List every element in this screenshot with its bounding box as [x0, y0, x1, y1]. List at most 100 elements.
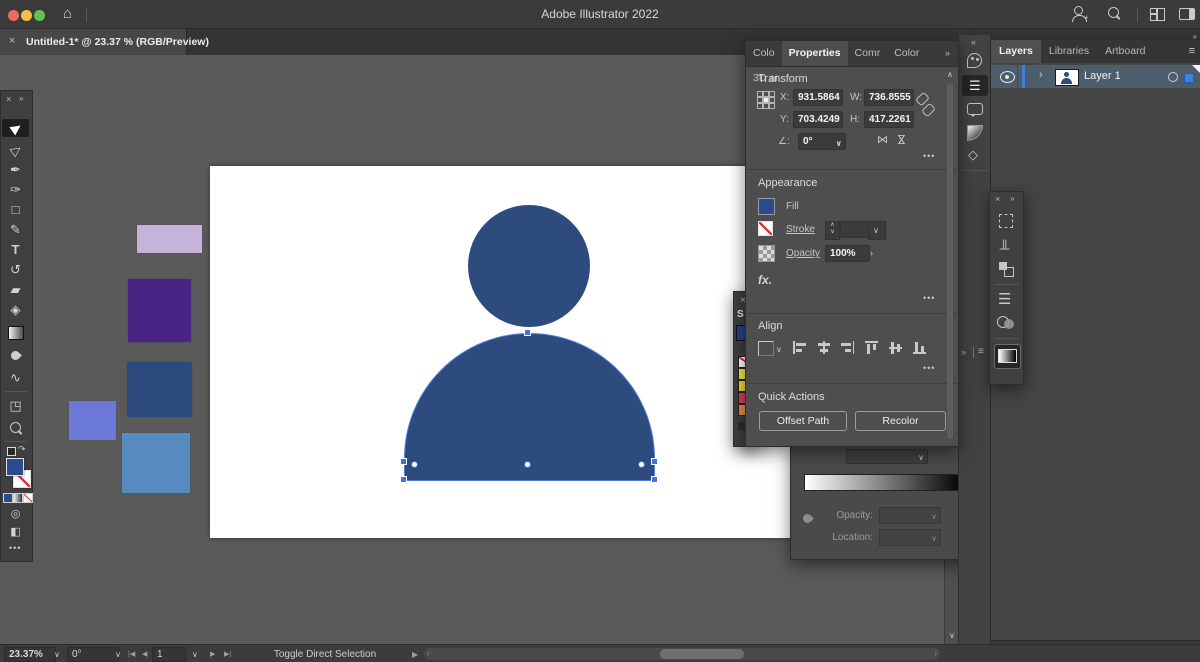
- opacity-input[interactable]: 100%: [825, 245, 870, 262]
- expand-dock-icon[interactable]: »: [1010, 194, 1014, 203]
- tab-properties[interactable]: Properties: [782, 41, 848, 66]
- panel-scroll-up-icon[interactable]: ∧: [947, 70, 953, 79]
- stroke-swatch[interactable]: [758, 221, 773, 236]
- curvature-tool[interactable]: ✑: [2, 181, 29, 199]
- paintbrush-tool[interactable]: ✎: [2, 221, 29, 239]
- panel-menu-icon[interactable]: ≡: [1189, 45, 1195, 57]
- gradient-eyedropper-icon[interactable]: [801, 512, 814, 525]
- fill-swatch[interactable]: [758, 198, 775, 215]
- tab-artboards[interactable]: Artboard: [1097, 40, 1153, 63]
- tab-color[interactable]: Colo: [746, 41, 782, 66]
- none-button[interactable]: [23, 493, 33, 503]
- fill-label[interactable]: Fill: [786, 201, 799, 212]
- expand-dock-icon[interactable]: »: [961, 347, 966, 357]
- canvas-swatch-steel-blue[interactable]: [122, 433, 190, 493]
- opacity-swatch[interactable]: [758, 245, 775, 262]
- expand-panel-icon[interactable]: »: [19, 94, 23, 103]
- rotate-tool[interactable]: ↺: [2, 261, 29, 279]
- close-dock-icon[interactable]: ×: [995, 194, 1000, 204]
- expand-layer-icon[interactable]: ›: [1039, 69, 1043, 81]
- reference-point-locator[interactable]: [757, 91, 775, 109]
- draw-mode-button[interactable]: ◎: [2, 505, 29, 523]
- panel-toggle-icon[interactable]: [1179, 8, 1195, 20]
- next-artboard-icon[interactable]: ▶: [210, 650, 215, 658]
- align-left-icon[interactable]: [793, 341, 808, 354]
- align-to-chevron-icon[interactable]: ∨: [776, 345, 782, 354]
- tab-libraries[interactable]: Libraries: [1041, 40, 1097, 63]
- first-artboard-icon[interactable]: |◀: [128, 650, 135, 658]
- canvas-swatch-periwinkle[interactable]: [69, 401, 116, 440]
- artboard-number-input[interactable]: 1: [152, 647, 186, 662]
- align-right-icon[interactable]: [839, 341, 854, 354]
- visibility-eye-icon[interactable]: [1000, 71, 1015, 83]
- flip-horizontal-icon[interactable]: ⋈: [877, 133, 888, 146]
- scroll-right-icon[interactable]: ›: [934, 649, 937, 658]
- artboard-tool[interactable]: ◳: [2, 397, 29, 415]
- type-tool[interactable]: T: [2, 241, 29, 259]
- artboard-chevron-icon[interactable]: ∨: [192, 650, 198, 659]
- gradient-panel-icon-active[interactable]: [994, 344, 1021, 369]
- eraser-tool[interactable]: ▰: [2, 281, 29, 299]
- figure-head-shape[interactable]: [468, 205, 590, 327]
- edit-toolbar-icon[interactable]: •••: [9, 543, 21, 553]
- dock-menu-icon[interactable]: ≡: [978, 346, 984, 357]
- shape-builder-tool[interactable]: ◈: [2, 301, 29, 319]
- gradient-opacity-select[interactable]: ∨: [879, 507, 941, 524]
- stroke-panel-icon[interactable]: ☰: [998, 290, 1011, 308]
- effects-fx-icon[interactable]: fx.: [758, 273, 772, 287]
- canvas-swatch-lavender[interactable]: [137, 225, 202, 253]
- gradient-slider[interactable]: [804, 474, 964, 491]
- gradient-location-select[interactable]: ∨: [879, 529, 941, 546]
- tab-comments[interactable]: Comr: [848, 41, 888, 66]
- close-panel-icon[interactable]: ×: [6, 94, 11, 104]
- rotation-chevron-icon[interactable]: ∨: [115, 650, 121, 659]
- 3d-materials-panel-icon[interactable]: ◇: [968, 147, 978, 163]
- anchor-handle[interactable]: [651, 476, 658, 483]
- appearance-more-options[interactable]: •••: [923, 293, 935, 303]
- layer-thumbnail[interactable]: [1055, 69, 1079, 86]
- zoom-chevron-icon[interactable]: ∨: [54, 650, 60, 659]
- link-dimensions-icon[interactable]: [918, 93, 934, 119]
- close-document-icon[interactable]: ×: [9, 35, 15, 47]
- gradient-panel-icon[interactable]: [967, 125, 983, 141]
- collapse-dock-icon[interactable]: «: [971, 37, 976, 47]
- opacity-expander-icon[interactable]: ›: [870, 248, 873, 258]
- align-bottom-icon[interactable]: [913, 341, 928, 354]
- document-tab[interactable]: × Untitled-1* @ 23.37 % (RGB/Preview): [0, 28, 187, 55]
- align-top-icon[interactable]: [865, 341, 880, 354]
- selection-tool[interactable]: ▶: [2, 119, 29, 137]
- zoom-level-select[interactable]: 23.37%: [4, 647, 56, 662]
- color-panel-icon[interactable]: [967, 53, 982, 68]
- last-artboard-icon[interactable]: ▶|: [224, 650, 231, 658]
- opacity-label[interactable]: Opacity: [786, 248, 820, 259]
- rotate-select[interactable]: 0°∨: [798, 133, 846, 150]
- rectangle-tool[interactable]: □: [2, 201, 29, 219]
- gradient-button[interactable]: [13, 493, 23, 503]
- anchor-point[interactable]: [524, 461, 531, 468]
- tab-color-guide[interactable]: Color: [887, 41, 926, 66]
- default-colors-icon[interactable]: [7, 447, 16, 456]
- fill-color-swatch[interactable]: [6, 458, 24, 476]
- share-user-icon[interactable]: [1074, 6, 1083, 15]
- workspace-switcher-icon[interactable]: [1150, 8, 1165, 21]
- layer-name[interactable]: Layer 1: [1084, 70, 1121, 82]
- anchor-handle[interactable]: [524, 329, 531, 336]
- comments-panel-icon[interactable]: [967, 103, 983, 115]
- scroll-down-icon[interactable]: ∨: [949, 631, 955, 640]
- direct-selection-tool[interactable]: ▷: [2, 141, 29, 159]
- properties-panel-icon-active[interactable]: ☰: [962, 75, 988, 96]
- transform-more-options[interactable]: •••: [923, 151, 935, 161]
- status-expander-icon[interactable]: ▶: [412, 650, 418, 659]
- scroll-left-icon[interactable]: ‹: [427, 649, 430, 658]
- gradient-type-select[interactable]: ∨: [846, 449, 928, 464]
- align-vertical-center-icon[interactable]: [889, 341, 904, 354]
- offset-path-button[interactable]: Offset Path: [759, 411, 847, 431]
- align-more-options[interactable]: •••: [923, 363, 935, 373]
- anchor-handle[interactable]: [651, 458, 658, 465]
- horizontal-scrollbar[interactable]: ‹ ›: [424, 648, 940, 660]
- rotation-select[interactable]: 0°: [67, 647, 119, 662]
- x-input[interactable]: 931.5864: [793, 89, 843, 106]
- swap-fill-stroke-icon[interactable]: ↷: [18, 444, 26, 455]
- tab-layers[interactable]: Layers: [991, 40, 1041, 63]
- align-panel-icon[interactable]: ⊨: [997, 238, 1014, 250]
